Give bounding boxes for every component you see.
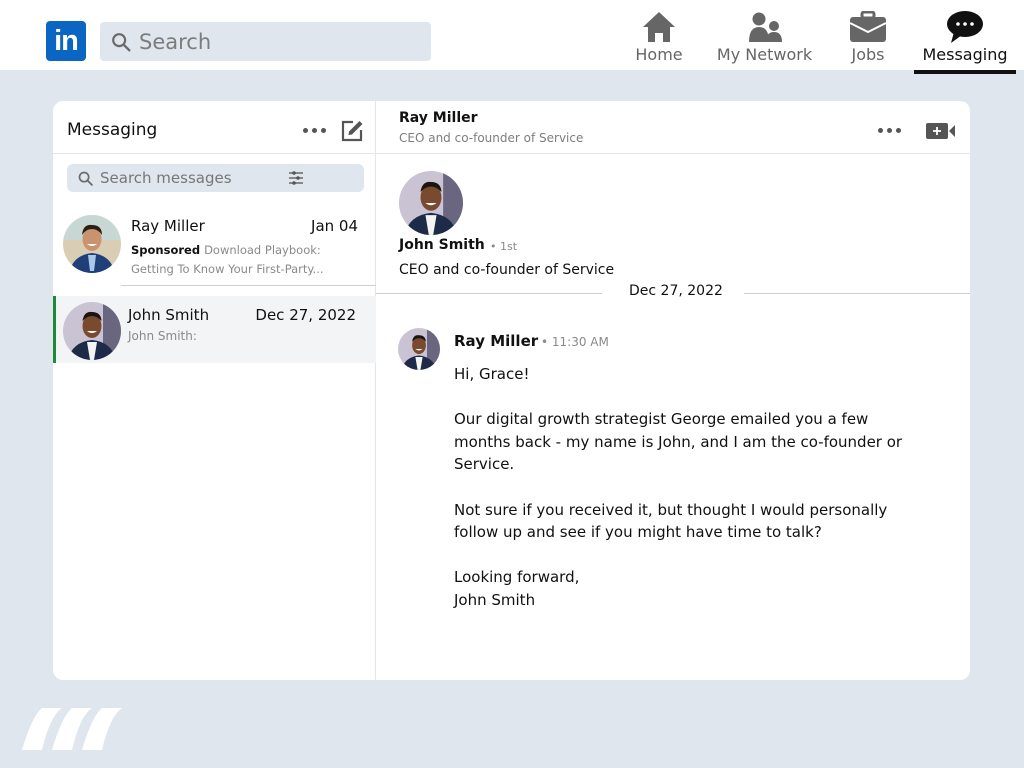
linkedin-logo[interactable]: in [46,21,86,61]
video-call-icon[interactable] [926,122,956,140]
avatar [63,302,121,360]
nav-my-network-label: My Network [716,45,813,64]
nav-jobs-label: Jobs [851,45,885,64]
nav-home[interactable]: Home [635,10,683,70]
sidebar-header: Messaging [53,101,376,154]
conversation-preview: John Smith: [128,329,197,343]
people-icon [746,10,784,44]
nav-home-label: Home [635,45,683,64]
message-body: Hi, Grace! Our digital growth strategist… [454,363,924,634]
conversation-snippet: Sponsored Download Playbook: Getting To K… [131,241,363,279]
profile-name[interactable]: John Smith [399,237,485,253]
global-search-input[interactable]: Search [100,22,431,61]
date-separator: Dec 27, 2022 [376,283,970,303]
chat-pane: Ray Miller CEO and co-founder of Service… [376,101,970,680]
conversation-date: Jan 04 [311,217,358,235]
conversation-date: Dec 27, 2022 [255,306,356,324]
nav-messaging[interactable]: Messaging [918,10,1012,70]
conversation-item-selected[interactable]: John Smith Dec 27, 2022 John Smith: [53,296,376,363]
nav-my-network[interactable]: My Network [716,10,813,70]
conversation-sidebar: Messaging Search messages Ray Miller Jan… [53,101,376,680]
message-sender-avatar[interactable] [398,328,440,370]
search-placeholder: Search [139,29,212,54]
conversation-item[interactable]: Ray Miller Jan 04 Sponsored Download Play… [53,205,376,285]
home-icon [642,10,676,44]
chat-contact-headline: CEO and co-founder of Service [399,131,584,145]
watermark-logo [22,708,122,750]
message-timestamp: • 11:30 AM [541,335,609,349]
sidebar-title: Messaging [67,120,158,140]
briefcase-icon [849,10,887,44]
chat-bubble-icon [946,10,984,44]
sponsored-label: Sponsored [131,243,201,257]
search-icon [78,171,93,186]
search-messages-placeholder: Search messages [100,169,232,187]
chat-header: Ray Miller CEO and co-founder of Service [376,101,970,154]
divider [121,285,376,286]
divider [376,293,602,294]
filter-icon[interactable] [288,170,304,186]
message-paragraph: Not sure if you received it, but thought… [454,500,888,542]
message-sender-name[interactable]: Ray Miller [454,332,538,350]
connection-degree: • 1st [490,240,518,253]
nav-messaging-label: Messaging [922,45,1008,64]
active-tab-indicator [914,70,1016,74]
date-separator-label: Dec 27, 2022 [629,283,723,299]
more-options-icon[interactable] [878,128,901,133]
message-paragraph: Hi, Grace! [454,365,530,383]
message-paragraph: Our digital growth strategist George ema… [454,410,903,474]
message-paragraph: Looking forward, John Smith [454,568,580,609]
profile-avatar[interactable] [399,171,463,235]
search-icon [112,32,131,51]
search-messages-input[interactable]: Search messages [67,164,364,192]
top-navigation-bar: in Search Home My Network Jobs Messaging [0,0,1024,70]
divider [744,293,970,294]
profile-headline: CEO and co-founder of Service [399,262,615,278]
avatar [63,215,121,273]
nav-jobs[interactable]: Jobs [847,10,889,70]
conversation-name: Ray Miller [131,217,205,235]
conversation-name: John Smith [128,306,210,324]
chat-contact-name[interactable]: Ray Miller [399,110,478,126]
compose-icon[interactable] [340,119,364,143]
messaging-panel: Messaging Search messages Ray Miller Jan… [53,101,970,680]
more-options-icon[interactable] [303,128,326,133]
